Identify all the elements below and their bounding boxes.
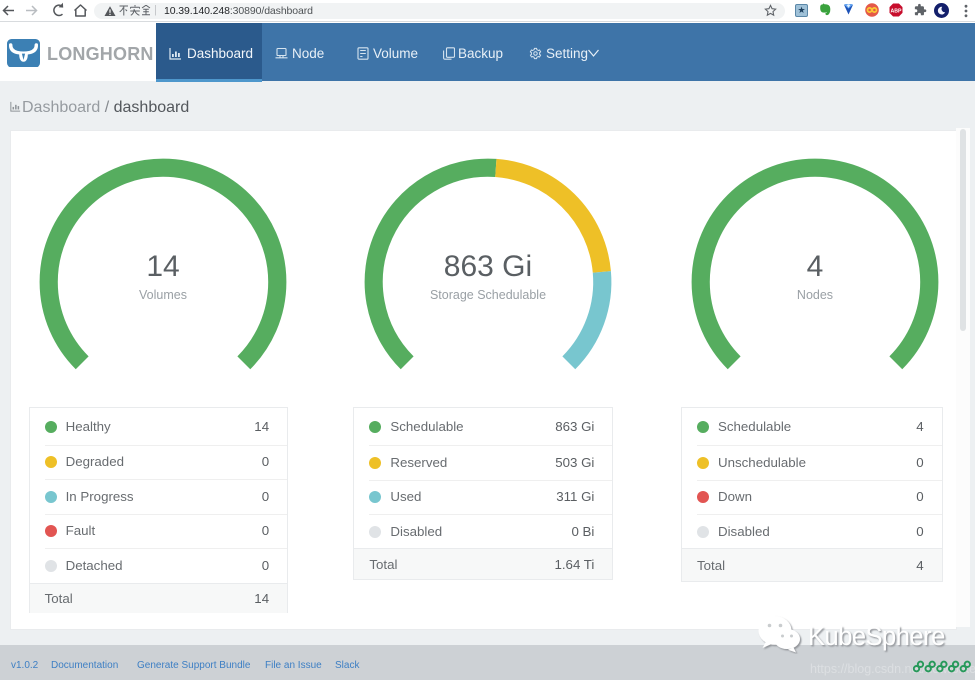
svg-text:KubeSphere: KubeSphere [808,623,945,651]
svg-text:ABP: ABP [891,9,902,15]
